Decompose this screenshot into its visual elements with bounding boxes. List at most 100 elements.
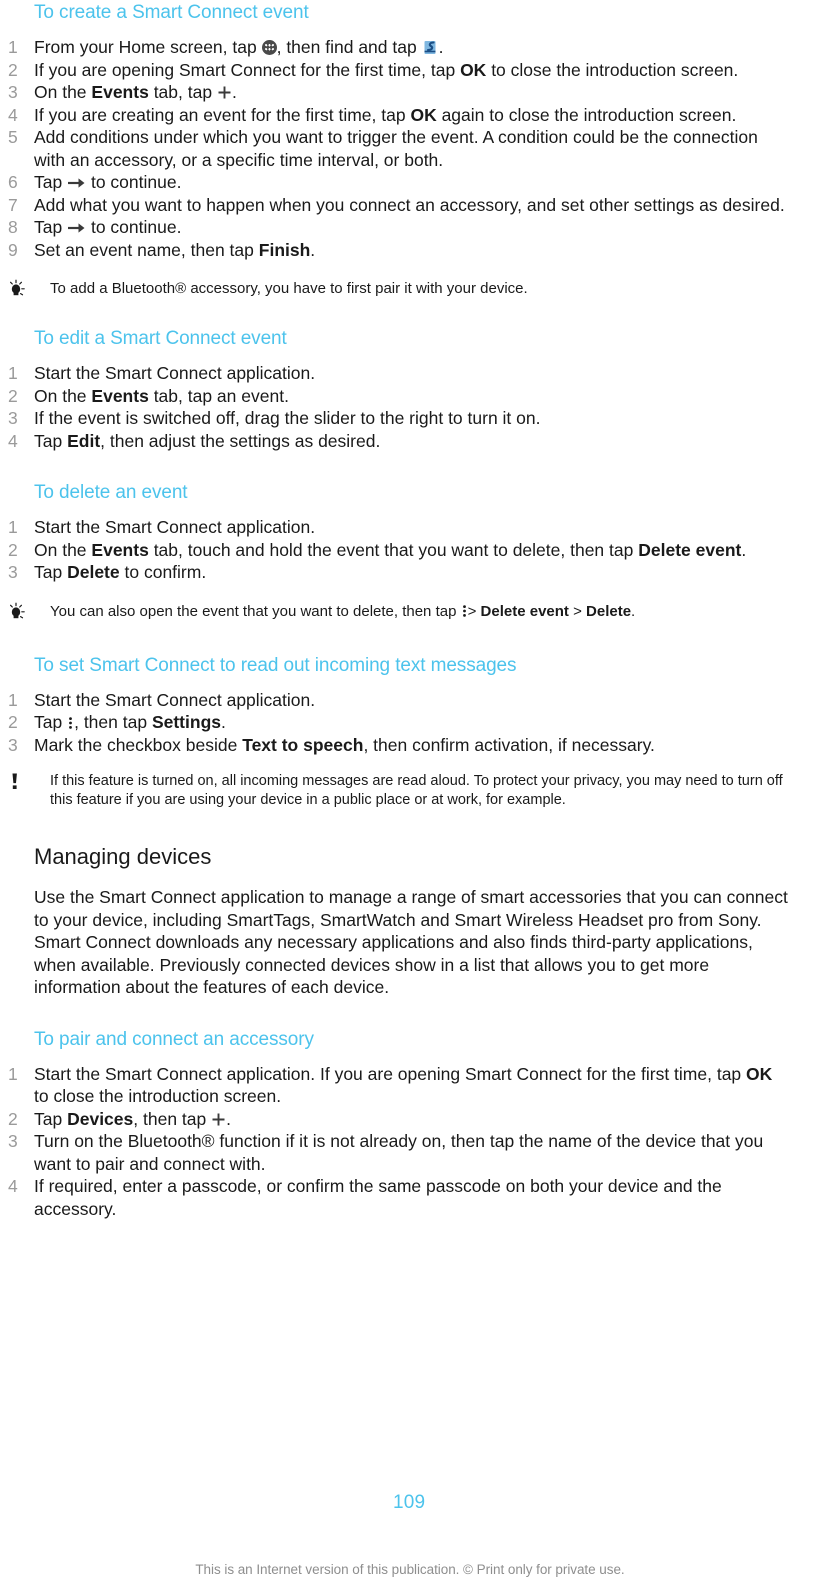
lightbulb-tip-icon xyxy=(5,279,31,299)
step-text: Mark the checkbox beside xyxy=(34,734,238,755)
heading-pair-and-connect-accessory: To pair and connect an accessory xyxy=(34,1028,314,1050)
footer-copyright-note: This is an Internet version of this publ… xyxy=(195,1562,625,1577)
ui-label-ok: OK xyxy=(410,104,437,125)
step-text: From your Home screen, tap xyxy=(34,37,257,57)
heading-create-smart-connect-event: To create a Smart Connect event xyxy=(34,2,309,23)
list-item: Tap Edit, then adjust the settings as de… xyxy=(0,430,790,453)
step-text: to continue. xyxy=(90,172,182,192)
list-item: Start the Smart Connect application. xyxy=(0,689,790,712)
step-text: tab, tap xyxy=(153,82,213,102)
step-text: If you are opening Smart Connect for the… xyxy=(34,59,456,80)
ui-label-text-to-speech: Text to speech xyxy=(242,734,364,755)
step-text: , then tap xyxy=(133,1108,207,1129)
list-item: Start the Smart Connect application. xyxy=(0,362,790,385)
step-text: On the xyxy=(34,539,87,560)
list-item: Tap , then tap Settings. xyxy=(0,711,790,734)
ui-label-devices: Devices xyxy=(67,1108,134,1129)
step-text: , then adjust the settings as desired. xyxy=(100,430,381,451)
list-item: Start the Smart Connect application. xyxy=(0,516,790,539)
step-text: Start the Smart Connect application. xyxy=(34,689,316,710)
step-text: On the xyxy=(34,82,87,102)
list-item: If required, enter a passcode, or confir… xyxy=(0,1175,790,1220)
exclamation-warning-icon xyxy=(5,772,31,792)
arrow-right-icon xyxy=(67,218,86,233)
step-text: If required, enter a passcode, or confir… xyxy=(34,1176,722,1219)
list-item: Mark the checkbox beside Text to speech,… xyxy=(0,734,790,757)
list-item: Tap to continue. xyxy=(0,216,790,239)
tip-callout-delete-event: You can also open the event that you wan… xyxy=(0,602,790,621)
list-item: On the Events tab, tap an event. xyxy=(0,385,790,408)
step-text: to confirm. xyxy=(124,562,207,582)
step-text: tab, touch and hold the event that you w… xyxy=(153,539,634,560)
ui-label-events-tab: Events xyxy=(91,82,149,102)
page-number: 109 xyxy=(393,1492,426,1513)
heading-managing-devices: Managing devices xyxy=(34,844,212,869)
steps-read-out-text-messages: Start the Smart Connect application. Tap… xyxy=(0,689,790,757)
step-text: On the xyxy=(34,385,87,406)
list-item: If the event is switched off, drag the s… xyxy=(0,407,790,430)
step-text: . xyxy=(741,539,747,560)
step-text: . xyxy=(221,712,226,732)
list-item: Tap Delete to confirm. xyxy=(0,561,790,584)
ui-label-delete: Delete xyxy=(67,562,120,582)
list-item: If you are creating an event for the fir… xyxy=(0,104,790,127)
tip-callout-bluetooth-pairing: To add a Bluetooth® accessory, you have … xyxy=(0,279,790,298)
ui-label-events-tab: Events xyxy=(91,539,149,560)
step-text: Tap xyxy=(34,430,63,451)
step-text: Start the Smart Connect application. xyxy=(34,517,316,537)
ui-label-ok: OK xyxy=(746,1063,773,1084)
list-item: On the Events tab, touch and hold the ev… xyxy=(0,539,790,562)
step-text: Tap xyxy=(34,217,63,237)
steps-edit-smart-connect-event: Start the Smart Connect application. On … xyxy=(0,362,790,452)
list-item: Tap to continue. xyxy=(0,171,790,194)
step-text: , then tap xyxy=(74,712,148,732)
heading-read-out-text-messages: To set Smart Connect to read out incomin… xyxy=(34,654,517,676)
ui-label-delete: Delete xyxy=(586,602,632,620)
step-text: Tap xyxy=(34,562,63,582)
separator: > xyxy=(467,602,477,620)
smart-connect-icon xyxy=(422,39,439,56)
step-text: Tap xyxy=(34,1108,63,1129)
list-item: Start the Smart Connect application. If … xyxy=(0,1063,790,1108)
step-text: to close the introduction screen. xyxy=(34,1086,282,1106)
plus-icon xyxy=(217,83,232,99)
step-text: tab, tap an event. xyxy=(153,385,289,406)
step-text: If the event is switched off, drag the s… xyxy=(34,408,541,428)
list-item: Set an event name, then tap Finish. xyxy=(0,239,790,262)
step-text: to continue. xyxy=(90,217,182,237)
overflow-menu-icon xyxy=(67,714,74,730)
step-text: Add conditions under which you want to t… xyxy=(34,127,758,170)
step-text: Tap xyxy=(34,172,63,192)
list-item: On the Events tab, tap . xyxy=(0,81,790,104)
list-item: From your Home screen, tap , then find a… xyxy=(0,36,790,59)
steps-create-smart-connect-event: From your Home screen, tap , then find a… xyxy=(0,36,790,261)
step-text: Tap xyxy=(34,712,63,732)
step-text: Start the Smart Connect application. xyxy=(34,363,316,383)
step-text: If you are creating an event for the fir… xyxy=(34,104,406,125)
heading-edit-smart-connect-event: To edit a Smart Connect event xyxy=(34,328,287,349)
arrow-right-icon xyxy=(67,173,86,188)
step-text: Add what you want to happen when you con… xyxy=(34,194,785,215)
tip-text: You can also open the event that you wan… xyxy=(50,602,457,620)
ui-label-edit: Edit xyxy=(67,430,101,451)
ui-label-ok: OK xyxy=(460,59,487,80)
step-text: again to close the introduction screen. xyxy=(441,104,737,125)
step-text: , then find and tap xyxy=(276,37,417,57)
tip-text: To add a Bluetooth® accessory, you have … xyxy=(50,280,528,297)
warning-callout-text-to-speech: If this feature is turned on, all incomi… xyxy=(0,772,790,810)
paragraph-managing-devices: Use the Smart Connect application to man… xyxy=(34,887,788,997)
step-text: Start the Smart Connect application. If … xyxy=(34,1063,742,1084)
ui-label-events-tab: Events xyxy=(91,385,149,406)
warning-text: If this feature is turned on, all incomi… xyxy=(50,773,783,808)
step-text: , then confirm activation, if necessary. xyxy=(363,734,655,755)
apps-grid-icon xyxy=(261,40,277,55)
step-text: to close the introduction screen. xyxy=(491,59,739,80)
step-text: . xyxy=(438,37,444,57)
tip-text: . xyxy=(631,602,636,620)
ui-label-delete-event: Delete event xyxy=(480,602,569,620)
step-text: . xyxy=(231,82,237,102)
ui-label-finish: Finish xyxy=(258,239,311,260)
list-item: Add what you want to happen when you con… xyxy=(0,194,790,217)
steps-delete-an-event: Start the Smart Connect application. On … xyxy=(0,516,790,584)
step-text: . xyxy=(226,1108,231,1129)
